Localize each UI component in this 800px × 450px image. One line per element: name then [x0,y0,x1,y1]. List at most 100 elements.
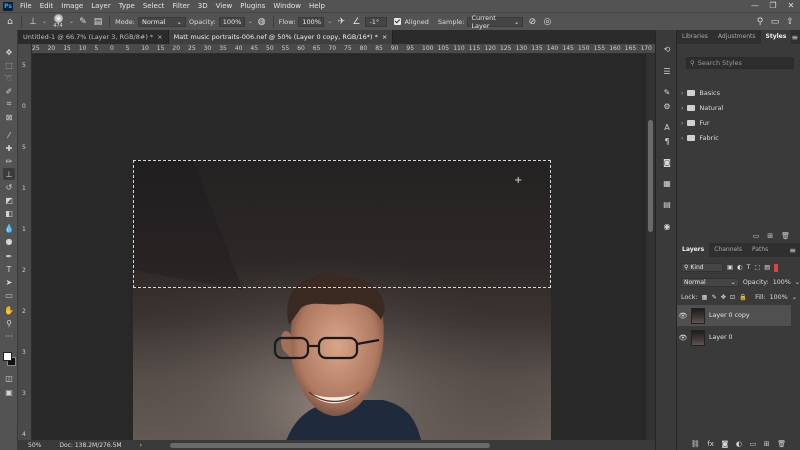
chevron-down-icon[interactable]: ⌄ [248,18,253,25]
history-brush-tool-icon[interactable]: ↺ [3,181,15,193]
menu-window[interactable]: Window [269,2,305,10]
pressure-size-icon[interactable]: ◎ [541,16,553,28]
menu-plugins[interactable]: Plugins [236,2,269,10]
angle-icon[interactable]: ∠ [350,16,362,28]
more-tools-icon[interactable]: ··· [3,330,15,342]
layer-opacity-value[interactable]: 100% [773,279,791,286]
visibility-eye-icon[interactable]: 👁 [677,334,689,342]
angle-field[interactable]: -1° [365,16,388,27]
blend-mode-select[interactable]: Normal ⌄ [681,278,739,287]
swatches-icon[interactable]: ▦ [661,177,673,189]
lasso-tool-icon[interactable]: ➰ [3,72,15,84]
menu-file[interactable]: File [16,2,36,10]
lock-position-icon[interactable]: ✥ [721,294,726,301]
tab-channels[interactable]: Channels [709,243,747,257]
pen-tool-icon[interactable]: ✒ [3,250,15,262]
menu-filter[interactable]: Filter [168,2,193,10]
shape-filter-icon[interactable]: ⬚ [754,264,760,271]
clone-stamp-tool-preset-icon[interactable]: ⊥ [27,16,39,28]
fill-value[interactable]: 100% [770,294,788,301]
home-icon[interactable]: ⌂ [4,16,16,28]
brush-settings-icon[interactable]: ✎ [77,16,89,28]
mode-select[interactable]: Normal ⌄ [137,16,186,27]
tab-layers[interactable]: Layers [677,243,710,257]
gradient-tool-icon[interactable]: ◧ [3,207,15,219]
opacity-field[interactable]: 100% [218,16,245,27]
style-group-natural[interactable]: › Natural [681,102,723,114]
blur-tool-icon[interactable]: 💧 [3,222,15,234]
clone-source-icon[interactable]: ▤ [92,16,104,28]
quick-mask-icon[interactable]: ◫ [3,372,15,384]
chevron-down-icon[interactable]: ⌄ [792,294,800,301]
crop-tool-icon[interactable]: ⌗ [3,98,15,110]
layer-name[interactable]: Layer 0 copy [709,312,750,319]
menu-help[interactable]: Help [305,2,329,10]
sample-select[interactable]: Current Layer ⌄ [467,14,524,30]
airbrush-icon[interactable]: ✈ [335,16,347,28]
minimize-button[interactable]: — [746,0,764,12]
clone-stamp-tool-icon[interactable]: ⊥ [3,168,15,180]
lock-image-icon[interactable]: ✎ [711,294,716,301]
tab-matt-music-portraits[interactable]: Matt music portraits-006.nef @ 50% (Laye… [168,30,394,44]
canvas-area[interactable]: + [32,54,645,440]
menu-layer[interactable]: Layer [87,2,115,10]
lock-artboard-icon[interactable]: ⊡ [730,294,735,301]
new-style-icon[interactable]: ⊞ [767,232,773,240]
info-icon[interactable]: ◙ [661,156,673,168]
new-layer-icon[interactable]: ⊞ [764,440,770,448]
hand-tool-icon[interactable]: ✋ [3,304,15,316]
horizontal-ruler[interactable]: 25 20 15 10 5 0 5 10 15 20 25 30 35 40 45 50 55 60 65 70 75 8… [32,44,655,54]
visibility-eye-icon[interactable]: 👁 [677,312,689,320]
eyedropper-tool-icon[interactable]: ⁄ [3,129,15,141]
zoom-level[interactable]: 50% [28,442,41,449]
tab-paths[interactable]: Paths [747,243,773,257]
brush-settings-panel-icon[interactable]: ✎ [661,86,673,98]
chevron-down-icon[interactable]: ⌄ [327,18,332,25]
lock-all-icon[interactable]: 🔒 [739,293,747,301]
panel-menu-icon[interactable]: ≡ [789,246,800,255]
healing-brush-tool-icon[interactable]: ✚ [3,142,15,154]
menu-type[interactable]: Type [115,2,139,10]
style-group-basics[interactable]: › Basics [681,87,720,99]
layer-row-layer-0[interactable]: 👁 Layer 0 [677,327,791,348]
menu-view[interactable]: View [212,2,237,10]
gradients-icon[interactable]: ▤ [661,198,673,210]
tab-libraries[interactable]: Libraries [677,30,713,44]
ignore-adjustment-layers-icon[interactable]: ⊘ [526,16,538,28]
menu-3d[interactable]: 3D [194,2,212,10]
type-tool-icon[interactable]: T [3,263,15,275]
chevron-down-icon[interactable]: ⌄ [69,18,74,25]
vertical-ruler[interactable]: 5 0 5 1 1 2 2 3 3 4 [18,44,32,440]
close-icon[interactable]: × [382,33,387,41]
smart-object-filter-icon[interactable]: ▤ [764,264,770,271]
panel-menu-icon[interactable]: ≡ [791,33,800,42]
styles-search-input[interactable]: ⚲ Search Styles [686,57,794,69]
move-tool-icon[interactable]: ✥ [3,46,15,58]
search-icon[interactable]: ⚲ [754,16,766,28]
menu-edit[interactable]: Edit [36,2,58,10]
tab-untitled-1[interactable]: Untitled-1 @ 66.7% (Layer 3, RGB/8#) * × [18,30,169,44]
style-group-fabric[interactable]: › Fabric [681,132,719,144]
vertical-scroll-thumb[interactable] [648,120,653,232]
history-icon[interactable]: ⟲ [661,43,673,55]
add-mask-icon[interactable]: ◙ [721,440,728,448]
kind-filter-select[interactable]: ⚲ Kind [681,263,723,272]
eraser-tool-icon[interactable]: ◩ [3,194,15,206]
brush-preview[interactable]: 474 [50,14,66,29]
tab-adjustments[interactable]: Adjustments [713,30,761,44]
pressure-opacity-icon[interactable]: ◍ [256,16,268,28]
close-icon[interactable]: × [157,33,162,41]
menu-image[interactable]: Image [57,2,87,10]
marquee-tool-icon[interactable]: ⬚ [3,59,15,71]
chevron-down-icon[interactable]: ⌄ [795,279,800,286]
menu-select[interactable]: Select [139,2,169,10]
patterns-icon[interactable]: ◉ [661,220,673,232]
delete-layer-icon[interactable]: 🗑 [777,440,786,448]
type-filter-icon[interactable]: T [746,264,750,271]
paragraph-icon[interactable]: ¶ [661,135,673,147]
horizontal-scroll-thumb[interactable] [170,443,490,448]
character-icon[interactable]: A [661,121,673,133]
layer-style-icon[interactable]: fx [707,440,714,448]
workspace-icon[interactable]: ▭ [769,16,781,28]
properties-icon[interactable]: ☰ [661,65,673,77]
